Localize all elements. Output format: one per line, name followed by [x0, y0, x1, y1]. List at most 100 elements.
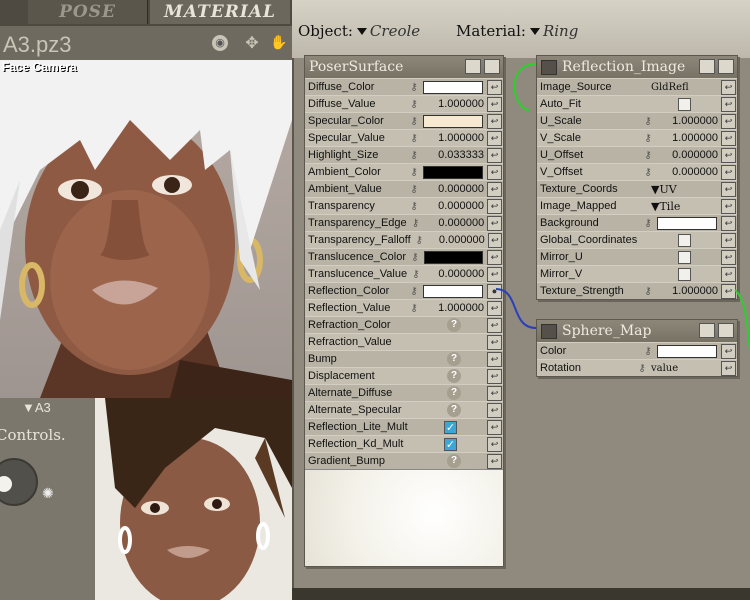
input-plug-icon[interactable]: ↩ — [487, 130, 502, 146]
checkbox[interactable] — [678, 250, 691, 264]
input-plug-icon[interactable]: ↩ — [487, 198, 502, 214]
input-plug-icon[interactable]: ↩ — [487, 147, 502, 163]
canvas-scrollbar[interactable] — [292, 588, 750, 600]
input-plug-icon[interactable]: ↩ — [721, 113, 736, 129]
input-plug-icon[interactable]: ↩ — [487, 385, 502, 401]
dropdown[interactable]: ▼UV — [651, 183, 721, 196]
checkbox[interactable] — [444, 437, 457, 451]
input-plug-icon[interactable]: ↩ — [721, 215, 736, 231]
param-row-displacement[interactable]: Displacement? ↩ — [305, 367, 503, 384]
node-header[interactable]: Reflection_Image — [537, 56, 737, 78]
animate-key-icon[interactable]: ⚷ — [405, 150, 423, 161]
input-plug-icon[interactable]: ↩ — [487, 164, 502, 180]
input-plug-icon[interactable]: ↩ — [487, 453, 502, 469]
input-plug-icon[interactable]: ↩ — [721, 360, 736, 376]
tab-pose[interactable]: POSE — [28, 0, 148, 24]
param-row-texture-strength[interactable]: Texture_Strength ⚷ 1.000000 ↩ — [537, 282, 737, 299]
param-row-bump[interactable]: Bump? ↩ — [305, 350, 503, 367]
param-row-mirror-u[interactable]: Mirror_U ↩ — [537, 248, 737, 265]
animate-key-icon[interactable]: ⚷ — [407, 218, 425, 229]
light-control-dial[interactable] — [0, 458, 38, 506]
input-plug-icon[interactable]: ↩ — [487, 96, 502, 112]
param-row-u-scale[interactable]: U_Scale ⚷ 1.000000 ↩ — [537, 112, 737, 129]
hand-icon[interactable]: ✋ — [270, 35, 287, 51]
animate-key-icon[interactable]: ⚷ — [405, 116, 423, 127]
sphere-map-node[interactable]: Sphere_Map Color ⚷ ↩ Rotation ⚷ value ↩ — [536, 319, 738, 377]
input-plug-icon[interactable]: ↩ — [721, 343, 736, 359]
param-row-specular-color[interactable]: Specular_Color ⚷ ↩ — [305, 112, 503, 129]
param-row-auto-fit[interactable]: Auto_Fit ↩ — [537, 95, 737, 112]
param-row-color[interactable]: Color ⚷ ↩ — [537, 342, 737, 359]
node-preview-toggle-icon[interactable] — [718, 59, 734, 74]
color-swatch[interactable] — [423, 250, 484, 264]
color-swatch[interactable] — [423, 284, 483, 298]
checkbox[interactable] — [678, 233, 691, 247]
param-row-texture-coords[interactable]: Texture_Coords ▼UV ↩ — [537, 180, 737, 197]
param-row-reflection-kd-mult[interactable]: Reflection_Kd_Mult ↩ — [305, 435, 503, 452]
param-row-alternate-specular[interactable]: Alternate_Specular? ↩ — [305, 401, 503, 418]
help-icon[interactable]: ? — [447, 386, 461, 400]
animate-key-icon[interactable]: ⚷ — [405, 184, 423, 195]
param-row-ambient-color[interactable]: Ambient_Color ⚷ ↩ — [305, 163, 503, 180]
input-plug-icon[interactable]: ↩ — [487, 79, 502, 95]
checkbox[interactable] — [678, 267, 691, 281]
param-value[interactable]: 0.000000 — [657, 149, 721, 161]
param-row-mirror-v[interactable]: Mirror_V ↩ — [537, 265, 737, 282]
animate-key-icon[interactable]: ⚷ — [405, 133, 423, 144]
input-plug-icon[interactable]: ↩ — [721, 249, 736, 265]
animate-key-icon[interactable]: ⚷ — [639, 286, 657, 297]
param-row-translucence-value[interactable]: Translucence_Value ⚷ 0.000000 ↩ — [305, 265, 503, 282]
help-icon[interactable]: ? — [447, 454, 461, 468]
param-value[interactable]: 1.000000 — [657, 115, 721, 127]
param-row-transparency-falloff[interactable]: Transparency_Falloff ⚷ 0.000000 ↩ — [305, 231, 503, 248]
color-swatch[interactable] — [657, 216, 717, 230]
param-row-v-scale[interactable]: V_Scale ⚷ 1.000000 ↩ — [537, 129, 737, 146]
param-row-rotation[interactable]: Rotation ⚷ value ↩ — [537, 359, 737, 376]
connected-input-icon[interactable]: ● — [487, 283, 502, 299]
param-value[interactable]: 0.000000 — [424, 217, 487, 229]
collapse-arrow-icon[interactable] — [541, 59, 557, 75]
param-row-transparency-edge[interactable]: Transparency_Edge ⚷ 0.000000 ↩ — [305, 214, 503, 231]
dial-knob[interactable] — [0, 476, 12, 492]
input-plug-icon[interactable]: ↩ — [487, 113, 502, 129]
node-options-icon[interactable] — [465, 59, 481, 74]
param-row-highlight-size[interactable]: Highlight_Size ⚷ 0.033333 ↩ — [305, 146, 503, 163]
input-plug-icon[interactable]: ↩ — [721, 79, 736, 95]
param-value[interactable]: GldRefl — [651, 82, 721, 93]
animate-key-icon[interactable]: ⚷ — [633, 363, 651, 374]
animate-key-icon[interactable]: ⚷ — [639, 116, 657, 127]
input-plug-icon[interactable]: ↩ — [721, 164, 736, 180]
animate-key-icon[interactable]: ⚷ — [639, 346, 657, 357]
node-options-icon[interactable] — [699, 323, 715, 338]
input-plug-icon[interactable]: ↩ — [721, 96, 736, 112]
input-plug-icon[interactable]: ↩ — [487, 249, 502, 265]
help-icon[interactable]: ? — [447, 352, 461, 366]
input-plug-icon[interactable]: ↩ — [721, 283, 736, 299]
param-value[interactable]: 0.000000 — [657, 166, 721, 178]
light-sparkle-icon[interactable]: ✺ — [42, 486, 54, 502]
param-row-global-coordinates[interactable]: Global_Coordinates ↩ — [537, 231, 737, 248]
param-value[interactable]: 0.000000 — [425, 268, 488, 280]
animate-key-icon[interactable]: ⚷ — [639, 218, 657, 229]
param-row-reflection-lite-mult[interactable]: Reflection_Lite_Mult ↩ — [305, 418, 503, 435]
animate-key-icon[interactable]: ⚷ — [405, 303, 423, 314]
input-plug-icon[interactable]: ↩ — [721, 181, 736, 197]
help-icon[interactable]: ? — [447, 369, 461, 383]
param-row-diffuse-value[interactable]: Diffuse_Value ⚷ 1.000000 ↩ — [305, 95, 503, 112]
animate-key-icon[interactable]: ⚷ — [639, 150, 657, 161]
tab-material[interactable]: MATERIAL — [150, 0, 290, 24]
animate-key-icon[interactable]: ⚷ — [405, 201, 423, 212]
param-value[interactable]: 1.000000 — [423, 132, 487, 144]
help-icon[interactable]: ? — [447, 403, 461, 417]
node-options-icon[interactable] — [699, 59, 715, 74]
param-row-specular-value[interactable]: Specular_Value ⚷ 1.000000 ↩ — [305, 129, 503, 146]
param-row-background[interactable]: Background ⚷ ↩ — [537, 214, 737, 231]
param-row-u-offset[interactable]: U_Offset ⚷ 0.000000 ↩ — [537, 146, 737, 163]
param-value[interactable]: 0.000000 — [423, 183, 487, 195]
checkbox[interactable] — [444, 420, 457, 434]
input-plug-icon[interactable]: ↩ — [487, 419, 502, 435]
animate-key-icon[interactable]: ⚷ — [405, 286, 423, 297]
node-preview-toggle-icon[interactable] — [484, 59, 500, 74]
node-header[interactable]: PoserSurface — [305, 56, 503, 78]
input-plug-icon[interactable]: ↩ — [487, 181, 502, 197]
